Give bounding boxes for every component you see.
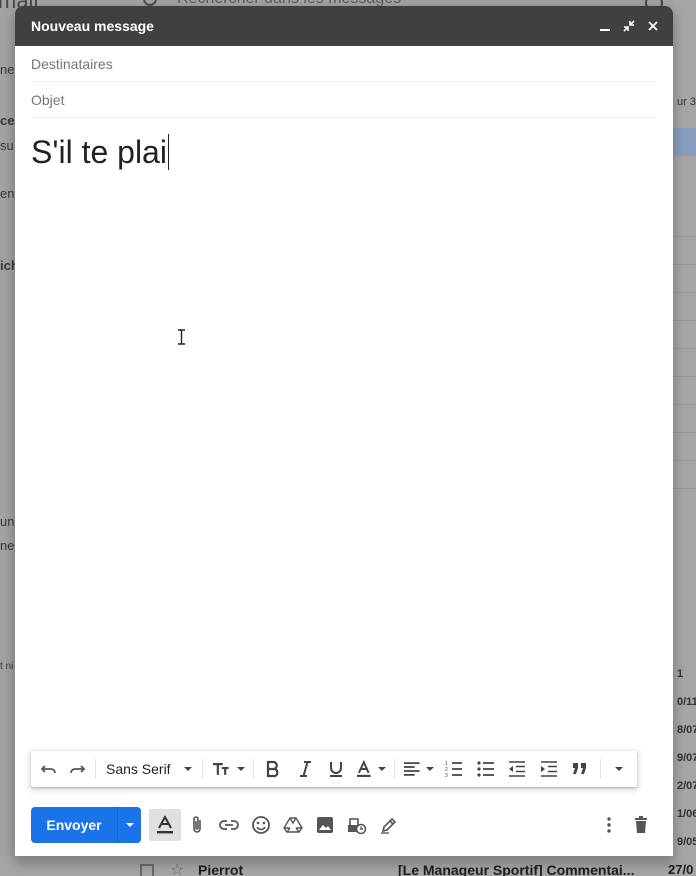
sidebar-fragment: t ni (0, 661, 14, 672)
indent-more-icon[interactable] (533, 755, 565, 783)
drive-icon[interactable] (277, 809, 309, 841)
discard-icon[interactable] (625, 809, 657, 841)
sidebar-fragment: su (0, 138, 14, 153)
photo-icon[interactable] (309, 809, 341, 841)
list-fragment: ur 3 (677, 96, 696, 108)
text-cursor-icon (178, 329, 185, 345)
compose-header[interactable]: Nouveau message (15, 6, 673, 46)
chevron-down-icon (236, 767, 245, 771)
text-color-icon[interactable] (352, 755, 390, 783)
sidebar-fragment: ce (0, 113, 15, 128)
more-formatting-icon[interactable] (605, 755, 633, 783)
undo-icon[interactable] (35, 755, 63, 783)
list-fragment: 0/11 (677, 696, 696, 708)
list-fragment: 1/06 (677, 808, 696, 820)
formatting-options-icon[interactable] (149, 809, 181, 841)
background-message-row: ☆ Pierrot [Le Manageur Sportif] Commenta… (0, 856, 696, 876)
more-options-icon[interactable] (593, 809, 625, 841)
list-fragment: 1 (677, 668, 684, 680)
list-fragment: 9/07 (677, 752, 696, 764)
chevron-down-icon (377, 767, 386, 771)
expand-icon[interactable] (617, 14, 641, 38)
sidebar-fragment: ne (0, 62, 15, 77)
toolbar-divider (393, 759, 395, 779)
indent-less-icon[interactable] (501, 755, 533, 783)
subject-field[interactable]: Objet (31, 82, 657, 118)
send-options-button[interactable] (117, 807, 141, 843)
chevron-down-icon (183, 767, 192, 771)
redo-icon[interactable] (63, 755, 91, 783)
close-icon[interactable] (641, 14, 665, 38)
send-button-group: Envoyer (31, 807, 141, 843)
recipients-placeholder: Destinataires (31, 55, 113, 72)
align-icon[interactable] (399, 755, 439, 783)
underline-icon[interactable] (321, 755, 353, 783)
toolbar-divider (252, 759, 254, 779)
star-icon: ☆ (170, 862, 185, 876)
emoji-icon[interactable] (245, 809, 277, 841)
minimize-icon[interactable] (593, 14, 617, 38)
bold-icon[interactable] (257, 755, 289, 783)
selected-row-highlight (673, 128, 696, 156)
text-caret (167, 134, 169, 170)
font-family-value: Sans Serif (105, 761, 171, 777)
text-size-icon[interactable] (207, 755, 249, 783)
attach-icon[interactable] (181, 809, 213, 841)
sidebar-fragment: un (0, 514, 15, 529)
message-body-text: S'il te plai (31, 134, 167, 170)
font-family-select[interactable]: Sans Serif (100, 755, 198, 783)
row-date: 27/0 (668, 862, 694, 876)
row-sender: Pierrot (198, 862, 244, 876)
numbered-list-icon[interactable]: 123 (438, 755, 470, 783)
chevron-down-icon (125, 823, 134, 827)
sidebar-fragment: ne (0, 538, 15, 553)
compose-title: Nouveau message (31, 18, 154, 34)
compose-window: Nouveau message Destinataires Objet S'il… (15, 6, 673, 856)
message-body-editor[interactable]: S'il te plai (31, 118, 657, 738)
confidential-icon[interactable] (341, 809, 373, 841)
formatting-toolbar: Sans Serif 123 (31, 751, 637, 787)
link-icon[interactable] (213, 809, 245, 841)
list-fragment: 8/07 (677, 724, 696, 736)
chevron-down-icon (426, 767, 435, 771)
row-subject: [Le Manageur Sportif] Commentai... (398, 862, 635, 876)
recipients-field[interactable]: Destinataires (31, 46, 657, 82)
bulleted-list-icon[interactable] (470, 755, 502, 783)
toolbar-divider (201, 759, 203, 779)
italic-icon[interactable] (289, 755, 321, 783)
toolbar-divider (599, 759, 601, 779)
send-button[interactable]: Envoyer (31, 807, 117, 843)
list-fragment: 2/07 (677, 780, 696, 792)
list-fragment: 9/05 (677, 836, 696, 848)
background-left-sidebar: ne ce su ent ich un ne t ni (0, 0, 19, 876)
row-checkbox (140, 864, 154, 876)
compose-action-bar: Envoyer (31, 807, 657, 843)
subject-placeholder: Objet (31, 91, 65, 108)
signature-icon[interactable] (373, 809, 405, 841)
toolbar-divider (95, 759, 96, 779)
background-message-list-edge: ur 3 1 0/11 8/07 9/07 2/07 1/06 9/05 (673, 0, 696, 876)
svg-text:3: 3 (445, 773, 448, 778)
quote-icon[interactable] (564, 755, 596, 783)
